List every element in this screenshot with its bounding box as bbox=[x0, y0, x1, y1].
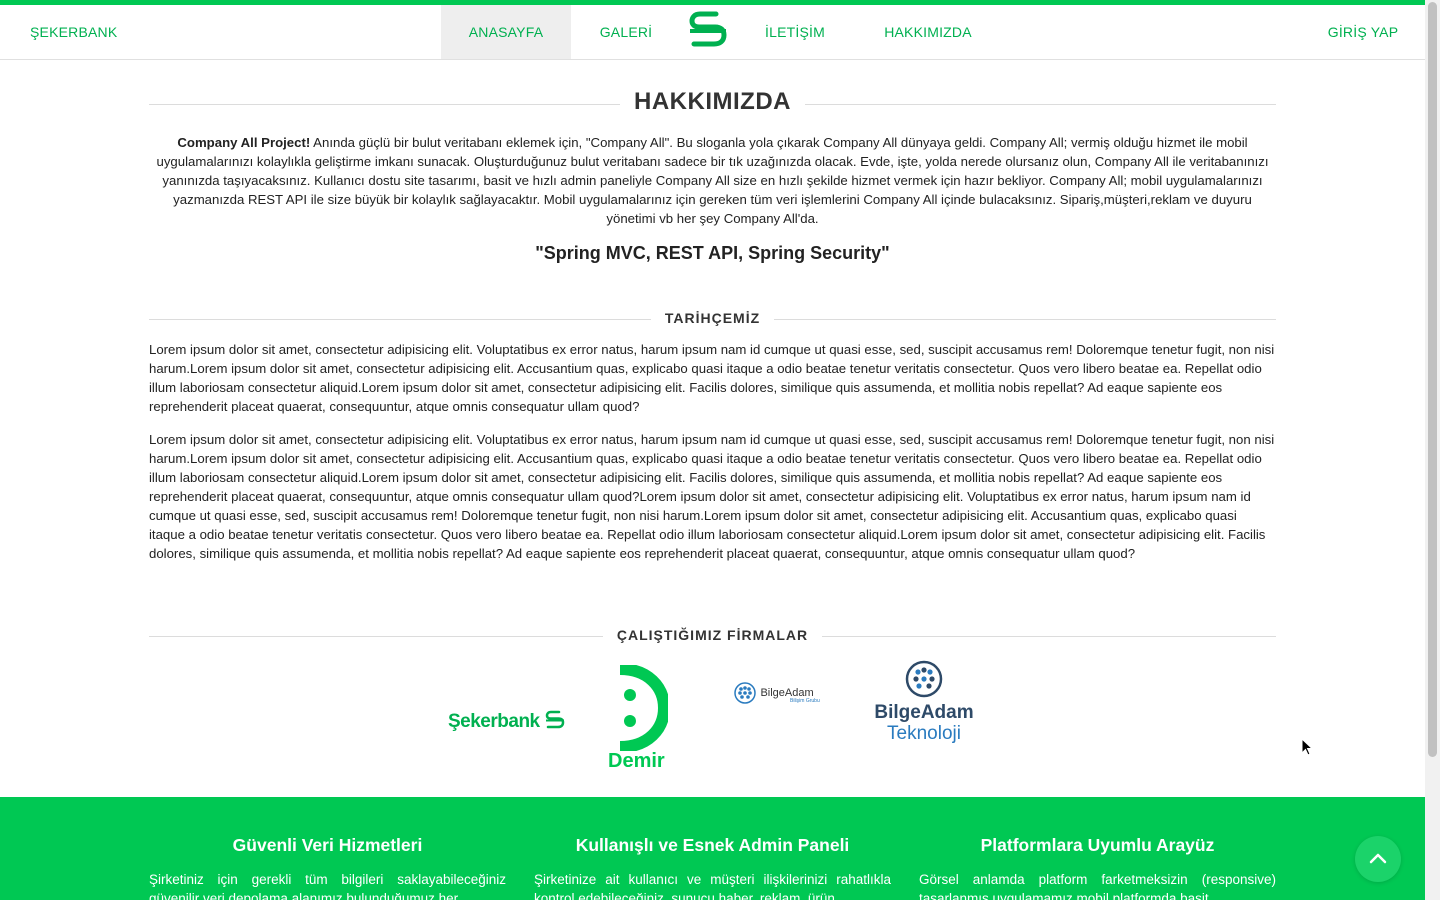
feature-admin-panel: Kullanışlı ve Esnek Admin Paneli Şirketi… bbox=[534, 835, 891, 908]
history-title-wrap: TARİHÇEMİZ bbox=[0, 310, 1425, 326]
chevron-up-icon bbox=[1369, 853, 1387, 864]
bilgeadam-teknoloji-text-2: Teknoloji bbox=[887, 723, 961, 744]
demir-logo: Demir bbox=[608, 663, 678, 773]
partners-divider bbox=[149, 636, 1276, 637]
page-scrollbar[interactable] bbox=[1425, 0, 1440, 900]
scrollbar-thumb[interactable] bbox=[1428, 2, 1437, 757]
brand-link[interactable]: ŞEKERBANK bbox=[30, 5, 117, 59]
demir-mark-icon bbox=[619, 663, 671, 753]
demir-logo-text: Demir bbox=[608, 750, 665, 772]
about-body: Anında güçlü bir bulut veritabanı ekleme… bbox=[156, 135, 1269, 226]
login-link[interactable]: GİRİŞ YAP bbox=[1320, 5, 1406, 59]
about-tagline: "Spring MVC, REST API, Spring Security" bbox=[535, 243, 890, 263]
history-paragraph-1: Lorem ipsum dolor sit amet, consectetur … bbox=[149, 342, 1275, 414]
feature-secure-data: Güvenli Veri Hizmetleri Şirketiniz için … bbox=[149, 835, 506, 908]
partners-logos: Şekerbank Demir BilgeAdam Bilişim Grubu bbox=[0, 655, 1425, 785]
history-paragraph-2: Lorem ipsum dolor sit amet, consectetur … bbox=[149, 432, 1275, 561]
sekerbank-logo-text: Şekerbank bbox=[448, 711, 540, 732]
partners-title: ÇALIŞTIĞIMIZ FİRMALAR bbox=[602, 627, 823, 643]
mouse-pointer-icon bbox=[1301, 738, 1313, 756]
feature-title: Güvenli Veri Hizmetleri bbox=[232, 835, 423, 855]
sekerbank-mark-icon bbox=[545, 710, 565, 729]
partners-title-wrap: ÇALIŞTIĞIMIZ FİRMALAR bbox=[0, 627, 1425, 643]
bilgeadam-teknoloji-mark-icon bbox=[905, 660, 943, 698]
sekerbank-logo: Şekerbank bbox=[448, 710, 566, 733]
bilgeadam-mark-icon bbox=[734, 682, 756, 704]
nav-contact[interactable]: İLETİŞİM bbox=[755, 5, 835, 59]
nav-home[interactable]: ANASAYFA bbox=[441, 5, 571, 59]
features-footer: Güvenli Veri Hizmetleri Şirketiniz için … bbox=[0, 797, 1425, 906]
about-lead: Company All Project! bbox=[177, 135, 311, 150]
history-section: Lorem ipsum dolor sit amet, consectetur … bbox=[149, 340, 1276, 563]
about-divider bbox=[149, 104, 1276, 105]
sekerbank-logo-icon[interactable] bbox=[686, 10, 730, 50]
feature-responsive-ui: Platformlara Uyumlu Arayüz Görsel anlamd… bbox=[919, 835, 1276, 908]
bilgeadam-logo: BilgeAdam Bilişim Grubu bbox=[734, 682, 834, 704]
bilgeadam-teknoloji-logo: BilgeAdam Teknoloji bbox=[872, 660, 976, 745]
bilgeadam-teknoloji-text-1: BilgeAdam bbox=[874, 702, 974, 723]
feature-text: Şirketinize ait kullanıcı ve müşteri ili… bbox=[534, 872, 891, 906]
history-divider bbox=[149, 319, 1276, 320]
about-title-wrap: HAKKIMIZDA bbox=[0, 88, 1425, 116]
about-text: Company All Project! Anında güçlü bir bu… bbox=[149, 133, 1276, 228]
nav-gallery[interactable]: GALERİ bbox=[586, 5, 666, 59]
history-title: TARİHÇEMİZ bbox=[650, 310, 775, 326]
feature-text: Şirketiniz için gerekli tüm bilgileri sa… bbox=[149, 872, 506, 906]
feature-text: Görsel anlamda platform farketmeksizin (… bbox=[919, 872, 1276, 906]
feature-title: Kullanışlı ve Esnek Admin Paneli bbox=[575, 835, 850, 855]
feature-title: Platformlara Uyumlu Arayüz bbox=[980, 835, 1215, 855]
navbar: ŞEKERBANK ANASAYFA GALERİ İLETİŞİM HAKKI… bbox=[0, 5, 1425, 60]
about-title: HAKKIMIZDA bbox=[620, 88, 805, 115]
back-to-top-button[interactable] bbox=[1355, 836, 1401, 882]
bilgeadam-logo-subtext: Bilişim Grubu bbox=[790, 698, 820, 704]
nav-about[interactable]: HAKKIMIZDA bbox=[870, 5, 986, 59]
